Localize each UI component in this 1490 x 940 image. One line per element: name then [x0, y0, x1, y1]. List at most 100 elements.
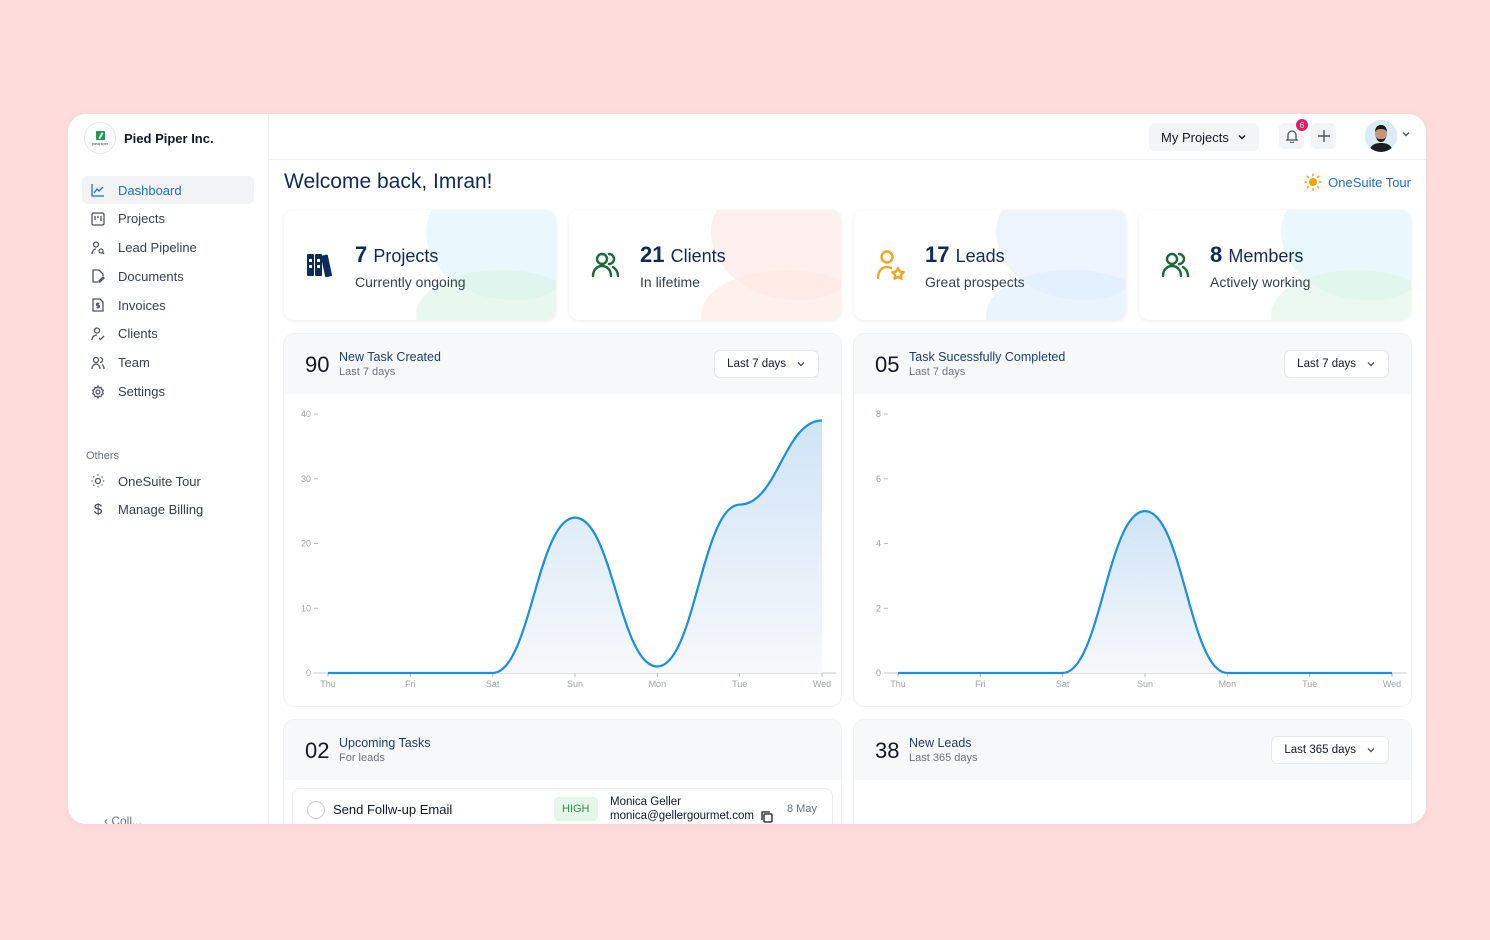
area-fill [898, 511, 1392, 673]
tasks-completed-chart: 0 2 4 6 8 Thu Fri Sat Sun Mon Tue Wed [854, 394, 1411, 706]
tasks-created-chart: 0 10 20 30 40 Thu Fri Sat Sun Mon Tue Wed [284, 394, 841, 706]
x-tick-label: Tue [732, 679, 747, 689]
sidebar: piedpiper Pied Piper Inc. Dashboard Proj… [68, 114, 269, 824]
stats-row: 7 Projects Currently ongoing 21 Clients … [284, 210, 1411, 320]
chevron-down-icon[interactable] [1401, 129, 1411, 139]
chevron-down-icon [1367, 748, 1375, 753]
stat-subtitle: Actively working [1210, 274, 1311, 290]
chevron-down-icon [1367, 362, 1375, 367]
panel-subtitle: Last 7 days [909, 366, 966, 378]
x-tick-label: Thu [320, 679, 336, 689]
x-tick-label: Fri [975, 679, 986, 689]
stat-card-leads[interactable]: 17 Leads Great prospects [854, 210, 1126, 320]
new-task-created-panel: 90 New Task Created Last 7 days Last 7 d… [284, 334, 841, 706]
sidebar-item-documents[interactable]: Documents [82, 262, 254, 290]
onesuite-tour-label: OneSuite Tour [1328, 174, 1411, 190]
y-tick-label: 40 [301, 409, 311, 419]
document-edit-icon [90, 268, 106, 284]
user-search-icon [90, 240, 106, 256]
x-tick-label: Thu [890, 679, 906, 689]
sidebar-item-projects[interactable]: Projects [82, 205, 254, 233]
x-tick-label: Mon [1219, 679, 1237, 689]
add-button[interactable] [1311, 123, 1336, 149]
stat-subtitle: Great prospects [925, 274, 1025, 290]
chevron-down-icon [1238, 134, 1246, 140]
sidebar-item-lead-pipeline[interactable]: Lead Pipeline [82, 234, 254, 262]
x-tick-label: Sat [486, 679, 500, 689]
date-range-dropdown[interactable]: Last 7 days [714, 350, 819, 378]
stat-value: 7 Projects [355, 242, 439, 267]
chart-line-icon [90, 182, 106, 198]
sidebar-item-team[interactable]: Team [82, 349, 254, 377]
stat-value: 21 Clients [640, 242, 726, 267]
sidebar-item-dashboard[interactable]: Dashboard [82, 176, 254, 204]
panel-header: 02 Upcoming Tasks For leads [284, 720, 841, 780]
stat-value: 8 Members [1210, 242, 1304, 267]
panel-header: 05 Task Sucessfully Completed Last 7 day… [854, 334, 1411, 394]
panel-subtitle: For leads [339, 752, 385, 764]
x-tick-label: Fri [405, 679, 416, 689]
stat-card-projects[interactable]: 7 Projects Currently ongoing [284, 210, 556, 320]
top-bar: My Projects 6 [269, 114, 1426, 160]
sun-icon [90, 473, 106, 489]
copy-icon[interactable] [760, 810, 774, 824]
sidebar-item-label: Invoices [118, 297, 166, 313]
bell-icon [1284, 130, 1299, 143]
sidebar-item-manage-billing[interactable]: $ Manage Billing [82, 496, 254, 524]
dollar-icon: $ [93, 501, 103, 519]
sidebar-item-label: Manage Billing [118, 502, 204, 518]
y-tick-label: 0 [306, 668, 311, 678]
sidebar-item-clients[interactable]: Clients [82, 320, 254, 348]
sidebar-nav: Dashboard Projects Lead Pipeline Documen… [82, 176, 254, 406]
sidebar-item-settings[interactable]: Settings [82, 378, 254, 406]
sidebar-item-invoices[interactable]: Invoices [82, 291, 254, 319]
sidebar-item-label: Dashboard [118, 182, 182, 198]
stat-subtitle: Currently ongoing [355, 274, 466, 290]
panel-title: New Leads [909, 736, 972, 750]
company-logo: piedpiper [84, 122, 116, 154]
brand[interactable]: piedpiper Pied Piper Inc. [84, 122, 214, 154]
notification-badge: 6 [1295, 118, 1309, 132]
task-row[interactable]: Send Follw-up Email HIGH Monica Geller m… [292, 788, 833, 824]
date-range-dropdown[interactable]: Last 365 days [1271, 736, 1389, 764]
collapse-sidebar-button[interactable]: ‹ Coll... [104, 814, 142, 824]
x-tick-label: Sun [567, 679, 583, 689]
date-range-label: Last 365 days [1284, 744, 1356, 756]
panel-header: 90 New Task Created Last 7 days Last 7 d… [284, 334, 841, 394]
app-window: piedpiper Pied Piper Inc. Dashboard Proj… [68, 114, 1426, 824]
users-icon [90, 355, 106, 371]
user-star-icon [876, 250, 905, 280]
task-checkbox[interactable] [307, 801, 325, 819]
sidebar-item-label: Projects [118, 211, 165, 227]
company-name: Pied Piper Inc. [124, 130, 214, 146]
sidebar-item-label: OneSuite Tour [118, 473, 201, 489]
contact-name: Monica Geller [610, 796, 681, 808]
user-avatar[interactable] [1365, 120, 1397, 152]
panel-header: 38 New Leads Last 365 days Last 365 days [854, 720, 1411, 780]
stat-subtitle: In lifetime [640, 274, 700, 290]
y-tick-label: 2 [876, 603, 881, 613]
others-section-label: Others [86, 450, 120, 462]
main-content: Welcome back, Imran! OneSuite Tour 7 Pro… [269, 160, 1426, 824]
y-tick-label: 0 [876, 668, 881, 678]
tasks-created-chart-svg: 0 10 20 30 40 Thu Fri Sat Sun Mon Tue Wed [301, 409, 836, 689]
stat-card-clients[interactable]: 21 Clients In lifetime [569, 210, 841, 320]
task-completed-panel: 05 Task Sucessfully Completed Last 7 day… [854, 334, 1411, 706]
chevron-down-icon [797, 362, 805, 367]
upcoming-tasks-panel: 02 Upcoming Tasks For leads Send Follw-u… [284, 720, 841, 824]
onesuite-tour-link[interactable]: OneSuite Tour [1304, 173, 1411, 191]
task-name: Send Follw-up Email [333, 802, 453, 817]
tasks-completed-chart-svg: 0 2 4 6 8 Thu Fri Sat Sun Mon Tue Wed [876, 409, 1406, 689]
panel-count: 90 [305, 352, 330, 377]
x-tick-label: Mon [649, 679, 667, 689]
books-icon [307, 254, 333, 278]
y-tick-label: 30 [301, 474, 311, 484]
stat-card-members[interactable]: 8 Members Actively working [1139, 210, 1411, 320]
panel-subtitle: Last 365 days [909, 752, 978, 764]
users-icon [1161, 252, 1190, 278]
panel-count: 38 [875, 738, 900, 763]
users-icon [591, 252, 620, 278]
sidebar-item-onesuite-tour[interactable]: OneSuite Tour [82, 467, 254, 495]
my-projects-dropdown[interactable]: My Projects [1149, 123, 1259, 151]
date-range-dropdown[interactable]: Last 7 days [1284, 350, 1389, 378]
